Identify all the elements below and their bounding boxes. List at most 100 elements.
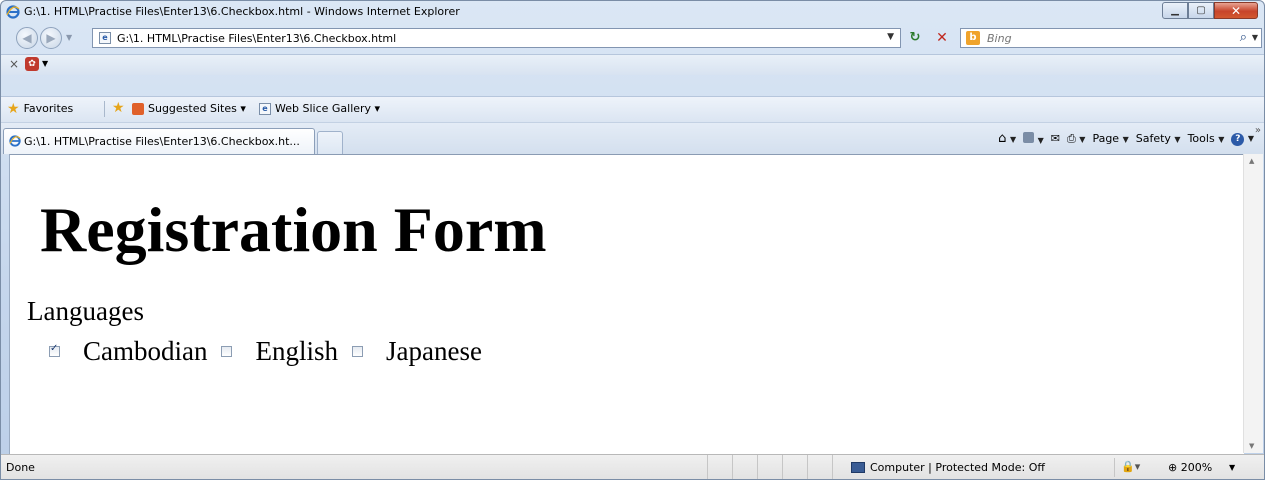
zoom-level: 200%	[1180, 461, 1213, 474]
bing-icon: b	[966, 31, 980, 45]
ie-logo-icon	[6, 5, 20, 19]
help-button[interactable]: ? ▼	[1231, 131, 1254, 146]
address-dropdown-icon[interactable]: ▼	[887, 32, 894, 42]
new-tab-button[interactable]	[317, 131, 343, 154]
status-bar: Done Computer | Protected Mode: Off 🔒▾ ⊕…	[1, 454, 1264, 479]
search-input[interactable]	[985, 31, 1189, 46]
option-label-english: English	[255, 336, 338, 366]
protected-mode-icon[interactable]: 🔒▾	[1121, 460, 1140, 473]
tab-row: G:\1. HTML\Practise Files\Enter13\6.Chec…	[1, 122, 1264, 155]
page-menu[interactable]: Page ▼	[1092, 132, 1128, 145]
print-button[interactable]: ⎙ ▼	[1067, 132, 1085, 146]
search-dropdown-icon[interactable]: ▼	[1252, 33, 1258, 42]
feeds-icon	[1023, 131, 1035, 143]
page-title: Registration Form	[40, 194, 547, 265]
status-cell	[807, 455, 832, 479]
page-dropdown-icon: ▼	[1122, 135, 1129, 144]
tab-active[interactable]: G:\1. HTML\Practise Files\Enter13\6.Chec…	[3, 128, 315, 154]
languages-label: Languages	[27, 296, 144, 326]
favorites-button[interactable]: ★ Favorites	[7, 100, 74, 117]
back-button[interactable]: ◀	[16, 27, 38, 49]
refresh-button[interactable]: ↻	[906, 30, 924, 46]
security-zone[interactable]: Computer | Protected Mode: Off	[851, 461, 1045, 474]
status-cell	[707, 455, 732, 479]
help-icon: ?	[1231, 133, 1245, 146]
close-icon: ✕	[1230, 3, 1242, 18]
address-url[interactable]: G:\1. HTML\Practise Files\Enter13\6.Chec…	[117, 32, 396, 45]
more-commands-icon[interactable]: »	[1255, 125, 1261, 136]
option-label-japanese: Japanese	[386, 336, 482, 366]
search-box[interactable]: b ⌕ ▼	[960, 28, 1262, 48]
separator	[104, 101, 105, 117]
safety-menu-label: Safety	[1135, 132, 1171, 145]
status-text: Done	[6, 461, 35, 474]
favorites-label: Favorites	[23, 102, 74, 115]
tools-menu-label: Tools	[1187, 132, 1215, 145]
checkbox-japanese[interactable]	[352, 346, 363, 357]
mail-button[interactable]: ✉	[1051, 132, 1060, 145]
favorites-bar: ★ Favorites ★ Suggested Sites ▾ e Web Sl…	[1, 96, 1264, 122]
status-separator	[1114, 458, 1115, 477]
safety-menu[interactable]: Safety ▼	[1136, 132, 1181, 145]
maximize-icon: ▢	[1196, 5, 1206, 16]
zoom-control[interactable]: ⊕ 200%	[1168, 461, 1212, 474]
addon-dropdown-icon[interactable]: ▼	[42, 59, 48, 68]
scroll-up-icon[interactable]: ▲	[1249, 157, 1254, 165]
search-icon[interactable]: ⌕	[1240, 30, 1247, 45]
addon-toolbar: × ✿ ▼	[1, 54, 1264, 75]
tools-menu[interactable]: Tools ▼	[1188, 132, 1225, 145]
page-menu-label: Page	[1092, 132, 1120, 145]
window-title: G:\1. HTML\Practise Files\Enter13\6.Chec…	[24, 5, 460, 18]
page-icon: e	[99, 32, 111, 44]
web-slice-gallery-link[interactable]: e Web Slice Gallery ▾	[259, 102, 380, 115]
checkbox-english[interactable]	[221, 346, 233, 357]
feeds-dropdown-icon: ▼	[1037, 135, 1044, 145]
web-slice-icon: e	[259, 102, 271, 115]
star-icon: ★	[7, 100, 20, 117]
stop-button[interactable]: ✕	[933, 30, 951, 46]
status-cells	[707, 455, 857, 479]
add-favorite-icon: ★	[112, 100, 125, 116]
window-controls: ▁ ▢ ✕	[1162, 2, 1258, 20]
address-bar[interactable]: e G:\1. HTML\Practise Files\Enter13\6.Ch…	[92, 28, 901, 48]
status-cell	[782, 455, 807, 479]
help-dropdown-icon: ▼	[1247, 134, 1254, 143]
add-to-favorites-bar-button[interactable]: ★	[112, 100, 125, 116]
recent-pages-dropdown[interactable]: ▼	[66, 33, 72, 42]
close-button[interactable]: ✕	[1214, 2, 1258, 19]
tab-title: G:\1. HTML\Practise Files\Enter13\6.Chec…	[24, 135, 300, 148]
print-dropdown-icon: ▼	[1079, 134, 1086, 144]
zoom-icon: ⊕	[1168, 461, 1178, 474]
minimize-button[interactable]: ▁	[1162, 2, 1188, 19]
refresh-icon: ↻	[909, 30, 921, 45]
command-bar: ⌂ ▼ ▼ ✉ ⎙ ▼ Page ▼ Safety ▼ Tools ▼ ? ▼	[998, 131, 1254, 146]
tab-ie-logo-icon	[9, 135, 21, 147]
status-cell	[732, 455, 757, 479]
close-toolbar-icon[interactable]: ×	[9, 57, 19, 71]
suggested-sites-label: Suggested Sites ▾	[148, 102, 246, 115]
option-label-cambodian: Cambodian	[83, 336, 208, 366]
feeds-button[interactable]: ▼	[1023, 131, 1044, 146]
browser-window: G:\1. HTML\Practise Files\Enter13\6.Chec…	[0, 0, 1265, 480]
addon-icon[interactable]: ✿	[25, 57, 39, 71]
mail-icon: ✉	[1050, 132, 1060, 145]
home-button[interactable]: ⌂ ▼	[998, 131, 1016, 146]
vertical-scrollbar[interactable]: ▲ ▼	[1243, 154, 1263, 453]
suggested-sites-icon	[132, 102, 144, 115]
checkbox-cambodian[interactable]	[49, 343, 60, 357]
web-slice-gallery-label: Web Slice Gallery ▾	[275, 102, 381, 115]
maximize-button[interactable]: ▢	[1188, 2, 1214, 19]
stop-icon: ✕	[936, 30, 948, 46]
forward-button[interactable]: ▶	[40, 27, 62, 49]
title-bar: G:\1. HTML\Practise Files\Enter13\6.Chec…	[1, 1, 1264, 23]
language-options: Cambodian English Japanese	[49, 336, 496, 367]
home-dropdown-icon: ▼	[1009, 135, 1017, 144]
print-icon: ⎙	[1066, 131, 1076, 145]
suggested-sites-link[interactable]: Suggested Sites ▾	[132, 102, 246, 115]
safety-dropdown-icon: ▼	[1174, 135, 1181, 144]
back-icon: ◀	[22, 31, 32, 45]
computer-icon	[851, 462, 865, 473]
zoom-dropdown-icon[interactable]: ▼	[1229, 463, 1235, 472]
scroll-down-icon[interactable]: ▼	[1249, 442, 1254, 450]
zone-label: Computer | Protected Mode: Off	[870, 461, 1045, 474]
